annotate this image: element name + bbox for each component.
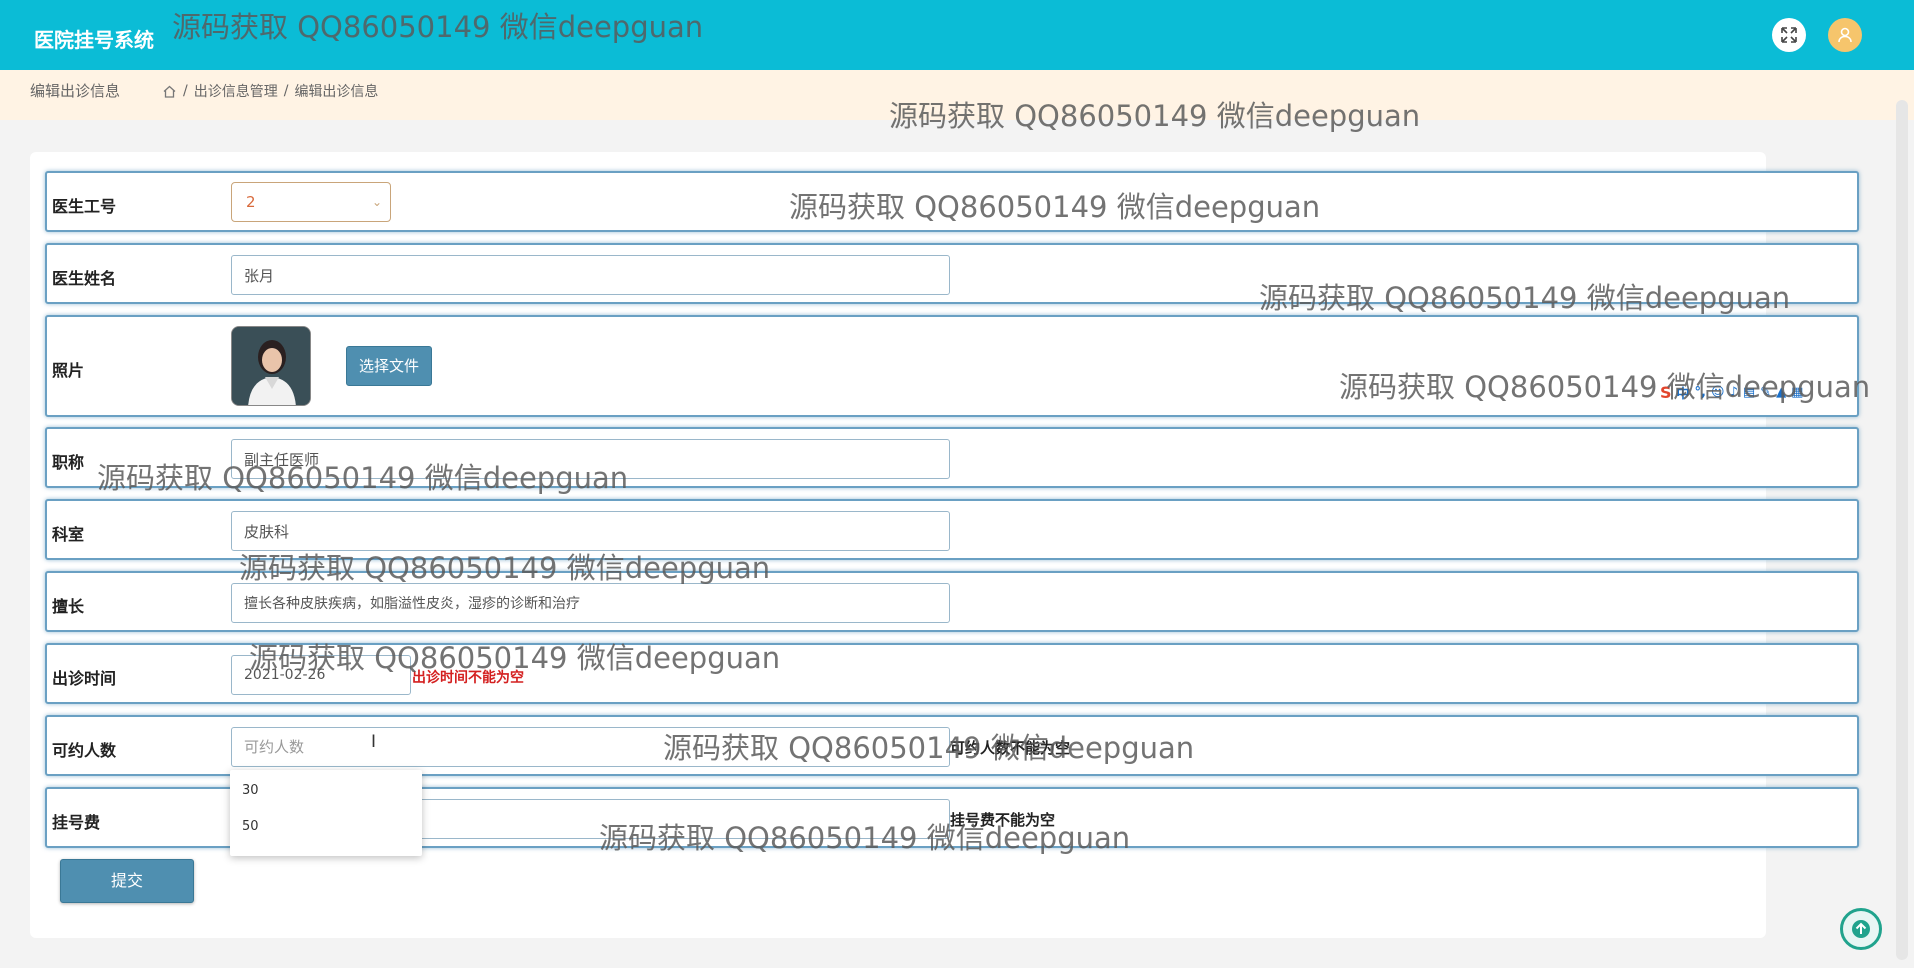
specialty-input[interactable]: [231, 583, 950, 623]
breadcrumb: / 出诊信息管理 / 编辑出诊信息: [162, 81, 378, 101]
form-row-doctor-id: 医生工号 2 ⌄: [45, 171, 1859, 232]
doctor-name-input[interactable]: [231, 255, 950, 295]
capacity-error: 可约人数不能为空: [950, 739, 1071, 757]
chevron-down-icon: ⌄: [371, 195, 382, 209]
ime-logo-icon: S: [1660, 382, 1672, 402]
specialty-label: 擅长: [52, 597, 85, 616]
form-row-capacity: 可约人数 可约人数不能为空: [45, 715, 1859, 776]
user-avatar-icon[interactable]: [1828, 18, 1862, 52]
breadcrumb-item-visit-management[interactable]: 出诊信息管理: [194, 81, 278, 101]
suggestion-item[interactable]: 50: [242, 819, 259, 834]
choose-file-button[interactable]: 选择文件: [346, 346, 432, 386]
ime-shirt-icon[interactable]: ▲: [1776, 385, 1786, 400]
suggestion-item[interactable]: 30: [242, 783, 259, 798]
title-label: 职称: [52, 453, 85, 472]
breadcrumb-separator: /: [183, 83, 188, 99]
visit-time-label: 出诊时间: [52, 669, 117, 688]
app-title: 医院挂号系统: [34, 28, 154, 52]
arrow-up-icon: [1852, 920, 1870, 938]
department-label: 科室: [52, 525, 85, 544]
text-cursor-icon: I: [371, 732, 377, 752]
page-title: 编辑出诊信息: [30, 82, 121, 100]
doctor-id-select[interactable]: 2 ⌄: [231, 182, 391, 222]
breadcrumb-bar: 编辑出诊信息 / 出诊信息管理 / 编辑出诊信息: [0, 70, 1914, 120]
doctor-id-value: 2: [246, 193, 256, 211]
ime-grid-icon[interactable]: ▦: [1791, 385, 1803, 400]
ime-mic-icon[interactable]: ♪: [1730, 385, 1738, 400]
submit-button[interactable]: 提交: [60, 859, 194, 903]
photo-label: 照片: [52, 361, 85, 380]
form-row-specialty: 擅长: [45, 571, 1859, 632]
ime-keyboard-icon[interactable]: ▤: [1743, 385, 1755, 400]
doctor-id-label: 医生工号: [52, 197, 117, 216]
doctor-photo: [231, 326, 311, 406]
fullscreen-icon[interactable]: [1772, 18, 1806, 52]
form-row-photo: 照片 选择文件: [45, 315, 1859, 417]
breadcrumb-item-edit: 编辑出诊信息: [294, 84, 379, 100]
visit-time-input[interactable]: [231, 655, 411, 695]
ime-punct-icon[interactable]: °,: [1695, 385, 1706, 400]
ime-skin-icon[interactable]: ✎: [1760, 385, 1771, 400]
capacity-input[interactable]: [231, 727, 950, 767]
visit-time-error: 出诊时间不能为空: [412, 670, 524, 686]
doctor-name-label: 医生姓名: [52, 269, 117, 288]
department-input[interactable]: [231, 511, 950, 551]
scroll-top-button[interactable]: [1840, 908, 1882, 950]
form-row-title: 职称: [45, 427, 1859, 488]
capacity-label: 可约人数: [52, 741, 117, 760]
breadcrumb-separator: /: [283, 83, 289, 99]
capacity-suggestions: 30 50: [230, 770, 422, 856]
ime-language[interactable]: 中: [1677, 383, 1690, 402]
home-icon[interactable]: [162, 84, 177, 99]
fee-label: 挂号费: [52, 813, 101, 832]
ime-toolbar[interactable]: S 中 °, ☺ ♪ ▤ ✎ ▲ ▦: [1660, 379, 1866, 405]
form-row-department: 科室: [45, 499, 1859, 560]
title-input[interactable]: [231, 439, 950, 479]
ime-emoji-icon[interactable]: ☺: [1711, 385, 1725, 400]
page-scrollbar[interactable]: [1896, 100, 1908, 960]
fee-error: 挂号费不能为空: [950, 811, 1056, 829]
form-row-doctor-name: 医生姓名: [45, 243, 1859, 304]
top-bar: 医院挂号系统: [0, 0, 1914, 70]
form-row-visit-time: 出诊时间 出诊时间不能为空: [45, 643, 1859, 704]
